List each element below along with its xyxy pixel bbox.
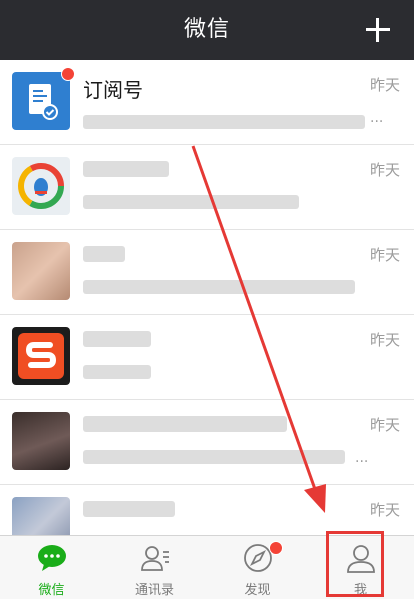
avatar — [12, 157, 70, 215]
tab-discover[interactable]: 发现 — [206, 536, 309, 599]
blurred-name — [83, 416, 287, 432]
chat-bubble-icon — [37, 545, 66, 571]
tab-label: 微信 — [38, 583, 65, 598]
unread-badge — [61, 67, 75, 81]
blurred-preview — [83, 365, 151, 379]
sogou-logo-icon — [18, 333, 64, 379]
chat-name: 订阅号 — [83, 78, 143, 102]
chat-row[interactable]: 昨天 — [0, 230, 414, 315]
blurred-preview — [83, 450, 345, 464]
chat-row[interactable]: 昨天 — [0, 315, 414, 400]
avatar — [12, 412, 70, 470]
chat-time: 昨天 — [369, 416, 400, 434]
add-icon[interactable] — [358, 10, 398, 50]
blurred-preview — [83, 280, 355, 294]
chat-row[interactable]: 昨天 — [0, 485, 414, 535]
page-title: 微信 — [183, 17, 230, 42]
contacts-icon — [140, 546, 169, 571]
chat-row-subscriptions[interactable]: 订阅号 昨天 ... — [0, 60, 414, 145]
chat-time: 昨天 — [369, 501, 400, 519]
chat-preview: ... — [370, 110, 384, 126]
annotation-highlight-box — [326, 531, 384, 597]
blurred-name — [83, 246, 125, 262]
chat-time: 昨天 — [369, 331, 400, 349]
header: 微信 — [0, 0, 414, 60]
chat-row[interactable]: 昨天 — [0, 145, 414, 230]
blurred-preview — [83, 115, 365, 129]
blurred-name — [83, 331, 151, 347]
avatar — [12, 242, 70, 300]
avatar — [12, 327, 70, 385]
tab-contacts[interactable]: 通讯录 — [103, 536, 206, 599]
tab-label: 通讯录 — [134, 583, 174, 598]
discover-badge — [269, 541, 283, 555]
chat-list[interactable]: 订阅号 昨天 ... 昨天 昨天 昨天 昨天 ... 昨天 — [0, 60, 414, 535]
avatar — [12, 497, 70, 535]
tab-label: 发现 — [244, 583, 271, 598]
blurred-preview — [83, 195, 299, 209]
subscription-avatar — [12, 72, 70, 130]
blurred-name — [83, 501, 175, 517]
chat-time: 昨天 — [369, 246, 400, 264]
document-icon — [29, 84, 58, 120]
blurred-name — [83, 161, 169, 177]
chat-preview: ... — [355, 450, 369, 466]
chat-time: 昨天 — [369, 76, 400, 94]
qq-logo-icon — [18, 163, 64, 209]
chat-row[interactable]: 昨天 ... — [0, 400, 414, 485]
chat-time: 昨天 — [369, 161, 400, 179]
tab-chats[interactable]: 微信 — [0, 536, 103, 599]
